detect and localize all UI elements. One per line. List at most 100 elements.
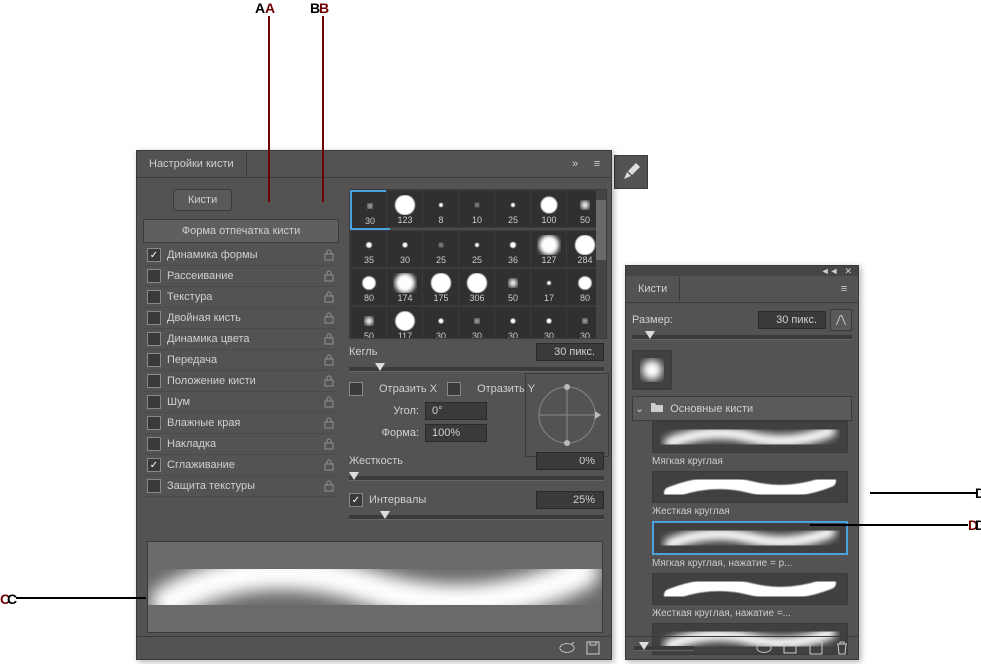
- option-checkbox[interactable]: [147, 269, 161, 283]
- brush-tip-cell[interactable]: 127: [530, 230, 568, 268]
- brush-tip-cell[interactable]: 100: [530, 190, 568, 228]
- brush-tip-cell[interactable]: 30: [494, 306, 532, 339]
- brush-option-row[interactable]: Динамика формы: [143, 245, 339, 266]
- preset-folder-row[interactable]: ⌄ Основные кисти: [632, 396, 852, 421]
- brush-tip-cell[interactable]: 30: [422, 306, 460, 339]
- option-checkbox[interactable]: [147, 479, 161, 493]
- brush-option-row[interactable]: Накладка: [143, 434, 339, 455]
- brush-tip-cell[interactable]: 80: [350, 268, 388, 306]
- brush-tip-cell[interactable]: 175: [422, 268, 460, 306]
- option-checkbox[interactable]: [147, 332, 161, 346]
- brush-tip-cell[interactable]: 30: [458, 306, 496, 339]
- brush-tip-cell[interactable]: 30: [386, 230, 424, 268]
- brush-tip-cell[interactable]: 10: [458, 190, 496, 228]
- angle-input[interactable]: 0°: [425, 402, 487, 420]
- lock-icon[interactable]: [323, 249, 335, 261]
- collapse-icon[interactable]: ◄◄: [821, 266, 839, 276]
- option-checkbox[interactable]: [147, 458, 161, 472]
- option-checkbox[interactable]: [147, 353, 161, 367]
- brush-tip-cell[interactable]: 117: [386, 306, 424, 339]
- slider-thumb[interactable]: [349, 472, 359, 480]
- brushes-size-value[interactable]: 30 пикс.: [758, 311, 826, 329]
- hardness-slider[interactable]: [349, 476, 604, 481]
- size-slider[interactable]: [349, 367, 604, 372]
- brush-option-row[interactable]: Шум: [143, 392, 339, 413]
- brush-tip-cell[interactable]: 25: [422, 230, 460, 268]
- option-checkbox[interactable]: [147, 248, 161, 262]
- toggle-preview-icon[interactable]: [756, 640, 772, 656]
- brushes-title-tab[interactable]: Кисти: [626, 277, 680, 301]
- spacing-checkbox[interactable]: [349, 493, 363, 507]
- roundness-input[interactable]: 100%: [425, 424, 487, 442]
- brush-option-row[interactable]: Положение кисти: [143, 371, 339, 392]
- lock-icon[interactable]: [323, 396, 335, 408]
- new-preset-icon[interactable]: [585, 640, 601, 656]
- lock-icon[interactable]: [323, 480, 335, 492]
- new-folder-icon[interactable]: [782, 640, 798, 656]
- toggle-preview-icon[interactable]: [559, 640, 575, 656]
- option-checkbox[interactable]: [147, 416, 161, 430]
- panel-menu-icon[interactable]: ≡: [836, 281, 852, 297]
- angle-control-widget[interactable]: [525, 373, 609, 457]
- scrollbar-thumb[interactable]: [596, 200, 606, 260]
- slider-thumb[interactable]: [639, 642, 649, 650]
- brush-option-row[interactable]: Защита текстуры: [143, 476, 339, 497]
- spacing-value[interactable]: 25%: [536, 491, 604, 509]
- lock-icon[interactable]: [323, 375, 335, 387]
- option-checkbox[interactable]: [147, 311, 161, 325]
- lock-icon[interactable]: [323, 291, 335, 303]
- slider-thumb[interactable]: [380, 511, 390, 519]
- panel-title-tab[interactable]: Настройки кисти: [137, 152, 247, 176]
- lock-icon[interactable]: [323, 459, 335, 471]
- brush-preset-item[interactable]: Жесткая круглая: [648, 471, 852, 521]
- brush-option-row[interactable]: Влажные края: [143, 413, 339, 434]
- brushes-size-slider[interactable]: [632, 335, 852, 340]
- flip-brush-icon[interactable]: [830, 309, 852, 331]
- brush-preset-item[interactable]: Мягкая круглая: [648, 421, 852, 471]
- collapse-icon[interactable]: »: [567, 156, 583, 172]
- panel-menu-icon[interactable]: ≡: [589, 156, 605, 172]
- brush-tool-icon-tab[interactable]: [614, 155, 648, 189]
- option-checkbox[interactable]: [147, 290, 161, 304]
- new-preset-icon[interactable]: [808, 640, 824, 656]
- brush-tip-cell[interactable]: 306: [458, 268, 496, 306]
- option-checkbox[interactable]: [147, 395, 161, 409]
- brush-preset-item[interactable]: Жесткая круглая, нажатие =...: [648, 573, 852, 623]
- flip-x-checkbox[interactable]: [349, 382, 363, 396]
- brushes-button[interactable]: Кисти: [173, 189, 232, 211]
- brush-option-row[interactable]: Динамика цвета: [143, 329, 339, 350]
- brush-tip-cell[interactable]: 36: [494, 230, 532, 268]
- brush-tip-cell[interactable]: 174: [386, 268, 424, 306]
- brush-grid-scrollbar[interactable]: [596, 190, 606, 338]
- close-icon[interactable]: ✕: [844, 266, 852, 276]
- brush-tip-cell[interactable]: 25: [494, 190, 532, 228]
- lock-icon[interactable]: [323, 438, 335, 450]
- brush-tip-cell[interactable]: 35: [350, 230, 388, 268]
- size-value[interactable]: 30 пикс.: [536, 343, 604, 361]
- brush-tip-cell[interactable]: 17: [530, 268, 568, 306]
- option-checkbox[interactable]: [147, 374, 161, 388]
- brush-tip-cell[interactable]: 123: [386, 190, 424, 228]
- brush-tip-cell[interactable]: 30: [350, 190, 390, 230]
- lock-icon[interactable]: [323, 417, 335, 429]
- lock-icon[interactable]: [323, 354, 335, 366]
- brush-option-row[interactable]: Текстура: [143, 287, 339, 308]
- flip-y-checkbox[interactable]: [447, 382, 461, 396]
- slider-thumb[interactable]: [645, 331, 655, 339]
- lock-icon[interactable]: [323, 312, 335, 324]
- brush-tip-cell[interactable]: 8: [422, 190, 460, 228]
- brush-option-row[interactable]: Двойная кисть: [143, 308, 339, 329]
- preview-size-slider[interactable]: [634, 646, 694, 651]
- brush-option-row[interactable]: Рассеивание: [143, 266, 339, 287]
- brush-tip-cell[interactable]: 50: [350, 306, 388, 339]
- lock-icon[interactable]: [323, 270, 335, 282]
- brush-preset-item[interactable]: Мягкая круглая, нажатие = р...: [648, 521, 852, 573]
- brush-tip-cell[interactable]: 50: [494, 268, 532, 306]
- option-checkbox[interactable]: [147, 437, 161, 451]
- brush-option-row[interactable]: Передача: [143, 350, 339, 371]
- trash-icon[interactable]: [834, 640, 850, 656]
- lock-icon[interactable]: [323, 333, 335, 345]
- brush-tip-cell[interactable]: 25: [458, 230, 496, 268]
- brush-option-row[interactable]: Сглаживание: [143, 455, 339, 476]
- slider-thumb[interactable]: [375, 363, 385, 371]
